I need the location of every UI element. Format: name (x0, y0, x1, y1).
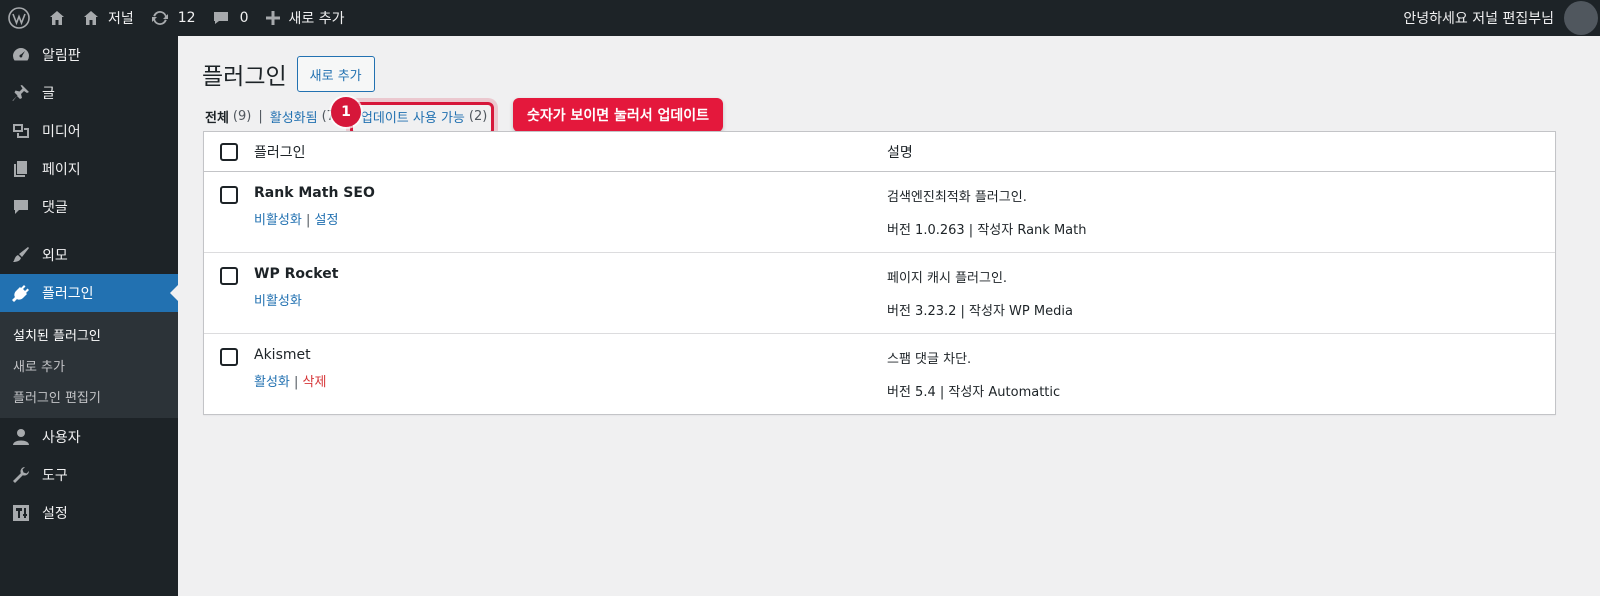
user-icon (10, 426, 32, 448)
deactivate-link[interactable]: 비활성화 (254, 213, 302, 228)
menu-label: 미디어 (42, 124, 81, 140)
plugin-meta: 버전 3.23.2 | 작성자 WP Media (887, 304, 1073, 319)
wrench-icon (10, 464, 32, 486)
menu-label: 설정 (42, 506, 68, 522)
page-title: 플러그인 (202, 64, 287, 90)
plugins-submenu: 설치된 플러그인 새로 추가 플러그인 편집기 (0, 312, 178, 418)
comments-count: 0 (239, 10, 249, 26)
new-content-link[interactable]: 새로 추가 (257, 0, 353, 36)
updates-count: 12 (177, 10, 196, 26)
menu-label: 플러그인 (42, 286, 94, 302)
comments-link[interactable]: 0 (204, 0, 257, 36)
column-header-plugin: 플러그인 (254, 144, 306, 161)
user-greeting[interactable]: 안녕하세요 저널 편집부님 (1403, 8, 1554, 28)
main-content: 플러그인 새로 추가 전체 (9) | 활성화됨 (7 업데이트 사용 가능 (… (178, 36, 1600, 596)
menu-label: 페이지 (42, 162, 81, 178)
menu-label: 사용자 (42, 430, 81, 446)
plugin-name: Akismet (254, 347, 311, 363)
menu-appearance[interactable]: 외모 (0, 236, 178, 274)
admin-sidebar: 알림판 글 미디어 페이지 댓글 외모 플러그인 설치된 플러그인 새로 추가 … (0, 36, 178, 596)
separator: | (305, 213, 315, 228)
menu-label: 알림판 (42, 48, 81, 64)
filter-all-count: (9) (232, 108, 252, 124)
pin-icon (10, 82, 32, 104)
updates-link[interactable]: 12 (142, 0, 204, 36)
row-checkbox[interactable] (220, 348, 238, 366)
column-header-description: 설명 (887, 144, 913, 161)
add-new-button[interactable]: 새로 추가 (296, 56, 375, 92)
activate-link[interactable]: 활성화 (254, 375, 290, 390)
dashboard-icon (10, 44, 32, 66)
new-content-label: 새로 추가 (288, 11, 345, 27)
delete-link[interactable]: 삭제 (303, 375, 327, 390)
plugin-name: Rank Math SEO (254, 185, 375, 201)
avatar[interactable] (1564, 1, 1598, 35)
table-row: Akismet 활성화 | 삭제 스팸 댓글 차단. 버전 5.4 | 작성자 … (204, 334, 1555, 414)
admin-bar: 저널 12 0 새로 추가 안녕하세요 저널 편집부님 (0, 0, 1600, 36)
site-name: 저널 (108, 11, 134, 27)
plugins-table: 플러그인 설명 Rank Math SEO 비활성화 | 설정 검색엔진최적화 … (203, 131, 1556, 415)
plugin-name: WP Rocket (254, 266, 339, 282)
page-icon (10, 158, 32, 180)
plugin-description: 스팸 댓글 차단. (887, 352, 972, 367)
menu-pages[interactable]: 페이지 (0, 150, 178, 188)
wordpress-logo-icon[interactable] (0, 0, 40, 36)
comment-icon (213, 12, 228, 24)
submenu-installed-plugins[interactable]: 설치된 플러그인 (0, 319, 178, 350)
settings-link[interactable]: 설정 (315, 213, 339, 228)
menu-media[interactable]: 미디어 (0, 112, 178, 150)
menu-label: 글 (42, 86, 55, 102)
plugin-icon (10, 282, 32, 304)
row-checkbox[interactable] (220, 186, 238, 204)
row-checkbox[interactable] (220, 267, 238, 285)
media-icon (10, 120, 32, 142)
select-all-checkbox[interactable] (220, 142, 238, 161)
separator: | (258, 108, 263, 124)
annotation-callout: 숫자가 보이면 눌러서 업데이트 (513, 98, 724, 132)
plugin-description: 검색엔진최적화 플러그인. (887, 190, 1027, 205)
brush-icon (10, 244, 32, 266)
plugin-meta: 버전 5.4 | 작성자 Automattic (887, 385, 1061, 400)
menu-comments[interactable]: 댓글 (0, 188, 178, 226)
comment-icon (10, 196, 32, 218)
table-row: Rank Math SEO 비활성화 | 설정 검색엔진최적화 플러그인. 버전… (204, 172, 1555, 253)
separator: | (294, 375, 303, 390)
update-icon (151, 10, 168, 26)
annotation-number-badge: 1 (331, 97, 361, 127)
menu-label: 댓글 (42, 200, 68, 216)
table-header: 플러그인 설명 (204, 132, 1555, 172)
menu-tools[interactable]: 도구 (0, 456, 178, 494)
submenu-add-new[interactable]: 새로 추가 (0, 350, 178, 381)
plugin-meta: 버전 1.0.263 | 작성자 Rank Math (887, 223, 1087, 238)
menu-settings[interactable]: 설정 (0, 494, 178, 532)
filter-active[interactable]: 활성화됨 (270, 107, 318, 126)
submenu-plugin-editor[interactable]: 플러그인 편집기 (0, 381, 178, 412)
plugin-description: 페이지 캐시 플러그인. (887, 271, 1008, 286)
site-name-link[interactable]: 저널 (74, 0, 142, 36)
plus-icon (265, 11, 280, 25)
table-row: WP Rocket 비활성화 페이지 캐시 플러그인. 버전 3.23.2 | … (204, 253, 1555, 334)
dashboard-home-icon[interactable] (40, 0, 74, 36)
menu-label: 외모 (42, 248, 68, 264)
settings-icon (10, 502, 32, 524)
menu-dashboard[interactable]: 알림판 (0, 36, 178, 74)
menu-plugins[interactable]: 플러그인 (0, 274, 178, 312)
menu-users[interactable]: 사용자 (0, 418, 178, 456)
home-icon (84, 11, 98, 25)
menu-posts[interactable]: 글 (0, 74, 178, 112)
filter-all[interactable]: 전체 (205, 107, 229, 126)
menu-label: 도구 (42, 468, 68, 484)
deactivate-link[interactable]: 비활성화 (254, 294, 302, 309)
